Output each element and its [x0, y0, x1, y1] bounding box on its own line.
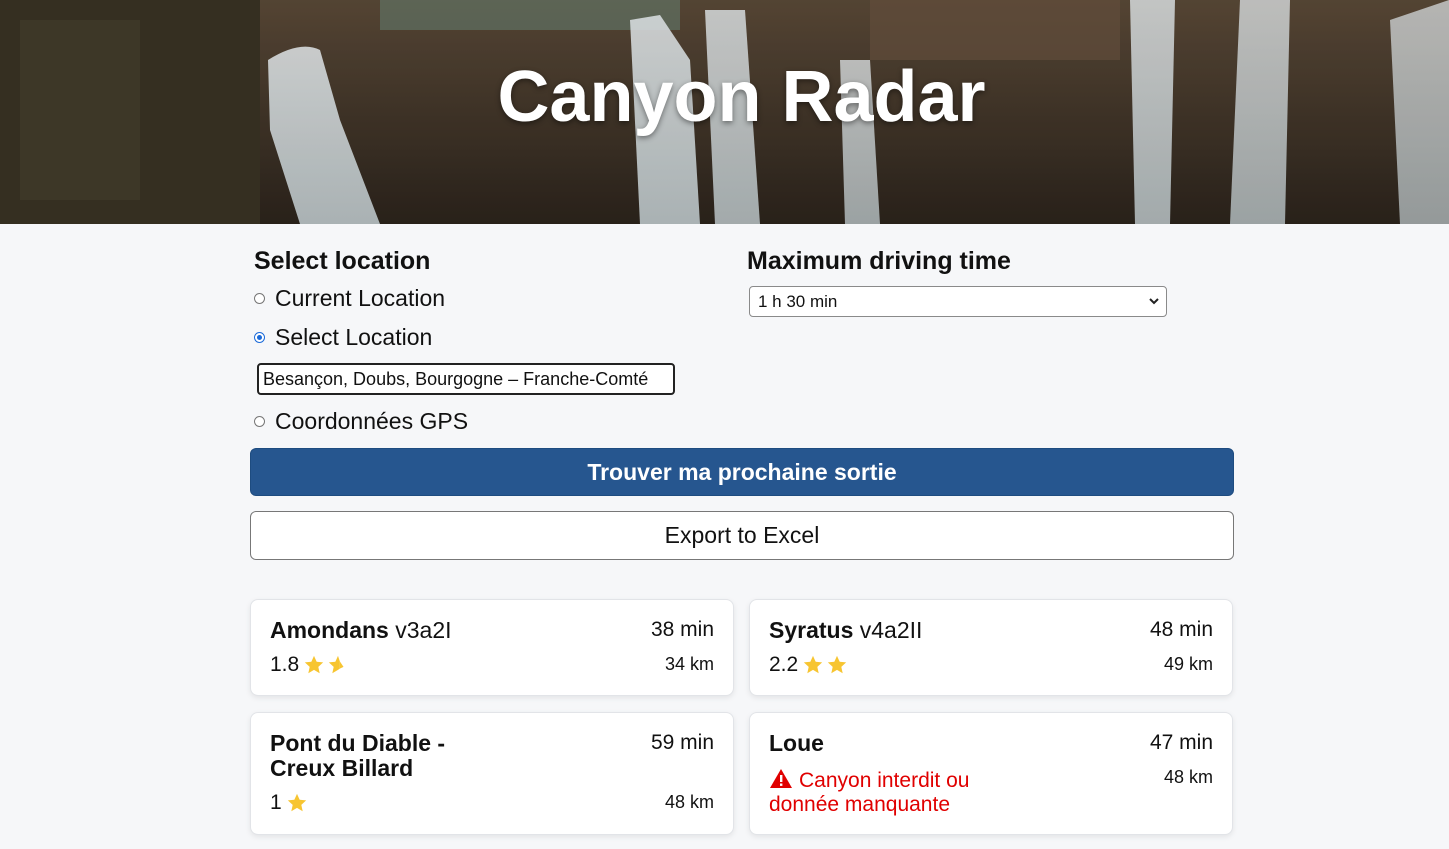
radio-current-location[interactable]: Current Location — [254, 285, 445, 312]
app-title: Canyon Radar — [497, 57, 986, 137]
canyon-name: Amondans v3a2I — [270, 618, 452, 643]
canyon-warning: Canyon interdit ou donnée manquante — [769, 768, 1029, 817]
rating: 2.2 — [769, 653, 848, 677]
warning-icon — [770, 769, 792, 788]
radio-label: Current Location — [275, 285, 446, 311]
radio-gps-coordinates[interactable]: Coordonnées GPS — [254, 408, 468, 435]
radio-label: Coordonnées GPS — [275, 408, 469, 434]
canyon-code: v4a2II — [859, 617, 923, 643]
result-card-pont-du-diable[interactable]: Pont du Diable - Creux Billard 59 min 1 … — [250, 712, 734, 835]
rating: 1.8 — [270, 653, 349, 677]
location-input[interactable] — [257, 363, 675, 395]
driving-time: 38 min — [650, 618, 714, 641]
rating-value: 1.8 — [270, 653, 300, 676]
star-rating — [286, 792, 308, 814]
canyon-name-text: Amondans — [270, 617, 389, 643]
driving-time-heading: Maximum driving time — [747, 247, 1011, 275]
canyon-name: Pont du Diable - Creux Billard — [270, 731, 500, 781]
star-icon — [828, 655, 847, 674]
radio-select-location[interactable]: Select Location — [254, 324, 432, 351]
driving-time-select[interactable]: 1 h 30 min — [749, 286, 1167, 317]
radio-indicator[interactable] — [254, 293, 265, 304]
star-icon — [305, 655, 324, 674]
warning-text: Canyon interdit ou donnée manquante — [769, 769, 970, 816]
canyon-name: Loue — [769, 731, 824, 756]
select-location-heading: Select location — [254, 247, 431, 275]
canyon-name-text: Loue — [769, 730, 824, 756]
chevron-down-icon — [1149, 298, 1159, 305]
canyon-name-text: Syratus — [769, 617, 854, 643]
radio-label: Select Location — [275, 324, 433, 350]
driving-time: 47 min — [1149, 731, 1213, 754]
result-card-amondans[interactable]: Amondans v3a2I 38 min 1.8 34 km — [250, 599, 734, 696]
canyon-code: v3a2I — [395, 617, 452, 643]
driving-time: 48 min — [1149, 618, 1213, 641]
distance: 49 km — [1163, 654, 1213, 674]
result-card-syratus[interactable]: Syratus v4a2II 48 min 2.2 49 km — [749, 599, 1233, 696]
export-excel-button[interactable]: Export to Excel — [250, 511, 1234, 560]
driving-time: 59 min — [650, 731, 714, 754]
rating-value: 2.2 — [769, 653, 799, 676]
distance: 48 km — [1163, 767, 1213, 787]
star-icon — [287, 793, 306, 812]
radio-indicator[interactable] — [254, 332, 265, 343]
canyon-name: Syratus v4a2II — [769, 618, 922, 643]
result-card-loue[interactable]: Loue 47 min Canyon interdit ou donnée ma… — [749, 712, 1233, 835]
find-next-trip-button[interactable]: Trouver ma prochaine sortie — [250, 448, 1234, 496]
radio-indicator[interactable] — [254, 416, 265, 427]
hero-banner: Canyon Radar — [0, 0, 1449, 224]
rating: 1 — [270, 791, 308, 815]
star-rating — [802, 654, 848, 676]
distance: 48 km — [664, 792, 714, 812]
distance: 34 km — [664, 654, 714, 674]
rating-value: 1 — [270, 791, 282, 814]
driving-time-value: 1 h 30 min — [758, 292, 838, 311]
star-icon — [804, 655, 823, 674]
star-rating — [303, 654, 349, 676]
star-half-icon — [329, 655, 344, 674]
canyon-name-text: Pont du Diable - Creux Billard — [270, 730, 446, 781]
